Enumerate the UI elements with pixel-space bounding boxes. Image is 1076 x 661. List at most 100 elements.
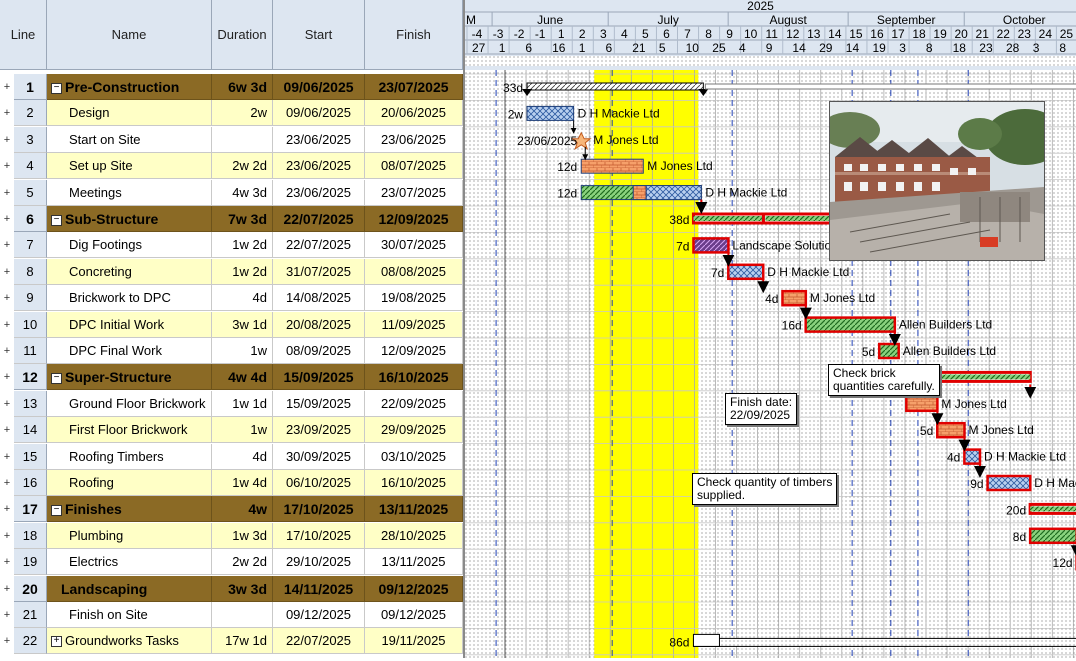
task-name[interactable]: Concreting	[47, 258, 212, 285]
row-expand-icon[interactable]: +	[0, 364, 14, 390]
task-name[interactable]: Set up Site	[47, 153, 212, 180]
task-start[interactable]: 30/09/2025	[273, 443, 365, 470]
row-expand-icon[interactable]: +	[0, 470, 14, 496]
task-finish[interactable]: 16/10/2025	[365, 364, 463, 391]
task-row[interactable]: +1− Pre-Construction 6w 3d 09/06/2025 23/07/…	[0, 74, 463, 100]
task-finish[interactable]: 19/08/2025	[365, 285, 463, 312]
task-name[interactable]: Ground Floor Brickwork	[47, 390, 212, 417]
task-start[interactable]: 17/10/2025	[273, 496, 365, 523]
task-name[interactable]: − Super-Structure	[47, 364, 212, 391]
task-row[interactable]: +20 Landscaping 3w 3d 14/11/2025 09/12/2025	[0, 575, 463, 602]
row-expand-icon[interactable]: +	[0, 74, 14, 100]
task-name[interactable]: Start on Site	[47, 126, 212, 153]
task-start[interactable]: 09/12/2025	[273, 602, 365, 628]
task-row[interactable]: +15 Roofing Timbers 4d 30/09/2025 03/10/2025	[0, 443, 463, 470]
task-row[interactable]: +14 First Floor Brickwork 1w 23/09/2025 29/0…	[0, 417, 463, 444]
task-row[interactable]: +6− Sub-Structure 7w 3d 22/07/2025 12/09/202…	[0, 206, 463, 232]
task-name[interactable]: Electrics	[47, 549, 212, 576]
task-start[interactable]: 17/10/2025	[273, 522, 365, 549]
task-duration[interactable]: 2w 2d	[212, 153, 273, 180]
task-duration[interactable]: 2w	[212, 100, 273, 127]
task-duration[interactable]: 1w	[212, 338, 273, 364]
task-duration[interactable]: 1w 2d	[212, 258, 273, 285]
task-finish[interactable]: 03/10/2025	[365, 443, 463, 470]
task-finish[interactable]: 23/07/2025	[365, 179, 463, 206]
row-expand-icon[interactable]: +	[0, 549, 14, 575]
task-name[interactable]: First Floor Brickwork	[47, 417, 212, 444]
task-duration[interactable]: 4d	[212, 443, 273, 470]
task-row[interactable]: +17− Finishes 4w 17/10/2025 13/11/2025	[0, 496, 463, 523]
task-duration[interactable]	[212, 126, 273, 153]
task-finish[interactable]: 08/08/2025	[365, 258, 463, 285]
row-expand-icon[interactable]: +	[0, 312, 14, 338]
note-finish-date[interactable]: Finish date: 22/09/2025	[725, 393, 798, 425]
task-start[interactable]: 14/08/2025	[273, 285, 365, 312]
task-name[interactable]: Finish on Site	[47, 602, 212, 628]
task-duration[interactable]: 1w 1d	[212, 390, 273, 417]
task-start[interactable]: 08/09/2025	[273, 338, 365, 364]
task-name[interactable]: − Finishes	[47, 496, 212, 523]
task-finish[interactable]: 13/11/2025	[365, 496, 463, 523]
task-row[interactable]: +8 Concreting 1w 2d 31/07/2025 08/08/2025	[0, 258, 463, 285]
task-finish[interactable]: 20/06/2025	[365, 100, 463, 127]
task-finish[interactable]: 23/07/2025	[365, 74, 463, 100]
task-finish[interactable]: 19/11/2025	[365, 628, 463, 655]
task-row[interactable]: +2 Design 2w 09/06/2025 20/06/2025	[0, 100, 463, 127]
row-expand-icon[interactable]: +	[0, 391, 14, 417]
row-expand-icon[interactable]: +	[0, 232, 14, 258]
row-expand-icon[interactable]: +	[0, 602, 14, 628]
task-name[interactable]: Roofing Timbers	[47, 443, 212, 470]
task-duration[interactable]: 4w	[212, 496, 273, 523]
collapse-toggle-icon[interactable]: −	[51, 214, 62, 226]
task-duration[interactable]: 4w 4d	[212, 364, 273, 391]
task-duration[interactable]: 1w	[212, 417, 273, 444]
row-expand-icon[interactable]: +	[0, 180, 14, 206]
task-start[interactable]: 14/11/2025	[273, 575, 365, 602]
task-finish[interactable]: 09/12/2025	[365, 602, 463, 628]
task-start[interactable]: 23/06/2025	[273, 126, 365, 153]
task-start[interactable]: 22/07/2025	[273, 206, 365, 232]
task-finish[interactable]: 29/09/2025	[365, 417, 463, 444]
task-row[interactable]: +12− Super-Structure 4w 4d 15/09/2025 16/10/…	[0, 364, 463, 391]
task-row[interactable]: +22 + Groundworks Tasks 17w 1d 22/07/2025 19/…	[0, 628, 463, 655]
task-duration[interactable]: 2w 2d	[212, 549, 273, 576]
row-expand-icon[interactable]: +	[0, 417, 14, 443]
task-duration[interactable]: 1w 4d	[212, 470, 273, 496]
collapse-toggle-icon[interactable]: −	[51, 82, 62, 94]
task-duration[interactable]	[212, 602, 273, 628]
gantt-chart[interactable]: 2025MJuneJulyAugustSeptemberOctoberNovem…	[371, 0, 1076, 658]
task-name[interactable]: DPC Final Work	[47, 338, 212, 364]
task-start[interactable]: 09/06/2025	[273, 100, 365, 127]
task-name[interactable]: Roofing	[47, 470, 212, 496]
task-row[interactable]: +4 Set up Site 2w 2d 23/06/2025 08/07/2025	[0, 153, 463, 180]
task-finish[interactable]: 22/09/2025	[365, 390, 463, 417]
note-brick-quantities[interactable]: Check brick quantities carefully.	[828, 364, 940, 396]
task-start[interactable]: 15/09/2025	[273, 364, 365, 391]
row-expand-icon[interactable]: +	[0, 100, 14, 126]
column-header-duration[interactable]: Duration	[212, 0, 273, 70]
task-name[interactable]: Plumbing	[47, 522, 212, 549]
task-duration[interactable]: 1w 3d	[212, 522, 273, 549]
task-name[interactable]: Meetings	[47, 179, 212, 206]
row-expand-icon[interactable]: +	[0, 338, 14, 364]
task-row[interactable]: +18 Plumbing 1w 3d 17/10/2025 28/10/2025	[0, 522, 463, 549]
task-start[interactable]: 31/07/2025	[273, 258, 365, 285]
task-name[interactable]: DPC Initial Work	[47, 311, 212, 338]
task-name[interactable]: Landscaping	[47, 575, 212, 602]
task-row[interactable]: +11 DPC Final Work 1w 08/09/2025 12/09/2025	[0, 338, 463, 364]
task-finish[interactable]: 30/07/2025	[365, 232, 463, 259]
task-finish[interactable]: 13/11/2025	[365, 549, 463, 576]
task-duration[interactable]: 4w 3d	[212, 179, 273, 206]
task-row[interactable]: +21 Finish on Site 09/12/2025 09/12/2025	[0, 602, 463, 628]
collapse-toggle-icon[interactable]: −	[51, 505, 62, 517]
column-header-finish[interactable]: Finish	[365, 0, 463, 70]
column-header-line[interactable]: Line	[0, 0, 47, 70]
row-expand-icon[interactable]: +	[0, 285, 14, 311]
task-finish[interactable]: 12/09/2025	[365, 206, 463, 232]
task-name[interactable]: − Pre-Construction	[47, 74, 212, 100]
task-name[interactable]: + Groundworks Tasks	[47, 628, 212, 655]
row-expand-icon[interactable]: +	[0, 444, 14, 470]
task-row[interactable]: +7 Dig Footings 1w 2d 22/07/2025 30/07/2025	[0, 232, 463, 259]
task-start[interactable]: 23/09/2025	[273, 417, 365, 444]
task-name[interactable]: Brickwork to DPC	[47, 285, 212, 312]
